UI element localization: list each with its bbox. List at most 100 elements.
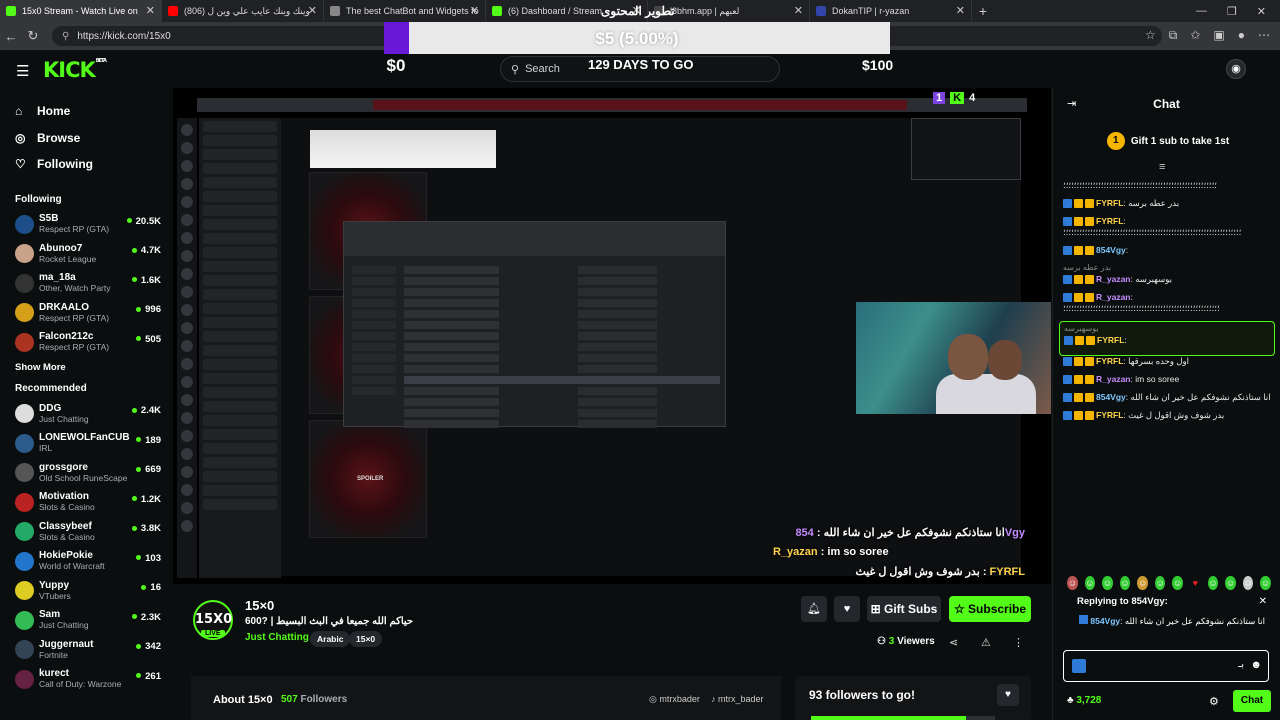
sidebar-channel[interactable]: HokiePokie World of Warcraft 103 [0,547,172,577]
chat-username[interactable]: R_yazan [1096,274,1131,284]
emote-icon[interactable]: ☺ [1119,576,1131,590]
sidebar-channel[interactable]: kurect Call of Duty: Warzone 261 [0,665,172,695]
replying-to-label: Replying to 854Vgy: [1077,596,1168,607]
browser-tab[interactable]: DokanTIP | r-yazan ✕ [810,0,972,22]
share-icon[interactable]: ⋖ [949,636,958,649]
reload-icon[interactable]: ↻ [22,28,44,44]
sidebar-channel[interactable]: DRKAALO Respect RP (GTA) 996 [0,298,172,328]
maximize-icon[interactable]: ❐ [1227,5,1237,18]
chat-username[interactable]: R_yazan [1096,374,1131,384]
gear-icon[interactable]: ⚙ [1209,695,1219,708]
more-options-icon[interactable]: ⋮ [1013,636,1024,649]
show-more-link[interactable]: Show More [0,357,172,379]
nav-browse[interactable]: ◎ Browse [0,125,172,152]
sidebar-channel[interactable]: LONEWOLFanCUB IRL 189 [0,429,172,459]
emote-icon[interactable]: ☺ [1260,576,1271,590]
nav-home[interactable]: ⌂ Home [0,98,172,125]
menu-dots-icon[interactable]: ⋯ [1258,28,1270,43]
sidebar-channel[interactable]: S5B Respect RP (GTA) 20.5K [0,210,172,240]
close-window-icon[interactable]: ✕ [1257,5,1266,18]
chat-message[interactable]: R_yazan: ؛؛؛؛؛؛؛؛؛؛؛؛؛؛؛؛؛؛؛؛؛؛؛؛؛؛؛؛؛؛؛… [1063,292,1271,314]
collections-icon[interactable]: ▣ [1213,28,1224,43]
sidebar-channel[interactable]: Sam Just Chatting 2.3K [0,606,172,636]
chat-username[interactable]: 854Vgy [1096,245,1126,255]
chat-input[interactable]: بـ ☻ [1063,650,1269,682]
chat-message[interactable]: R_yazan: im so soree [1063,374,1271,385]
chat-message[interactable]: ؛؛؛؛؛؛؛؛؛؛؛؛؛؛؛؛؛؛؛؛؛؛؛؛؛؛؛؛؛؛؛؛؛؛؛؛؛؛؛؛… [1063,180,1271,191]
subscribe-button[interactable]: ☆ Subscribe [949,596,1031,622]
sidebar-channel[interactable]: grossgore Old School RuneScape 669 [0,458,172,488]
stream-tag[interactable]: Arabic [310,631,351,647]
emote-icon[interactable]: ☺ [1154,576,1166,590]
star-icon[interactable]: ☆ [1145,28,1156,43]
close-icon[interactable]: ✕ [794,4,803,17]
chat-message[interactable]: FYRFL: بدر شوف وش اقول ل غيث [1063,410,1271,421]
sidebar-channel[interactable]: ma_18a Other, Watch Party 1.6K [0,269,172,299]
stream-tag[interactable]: 15×0 [349,631,383,647]
follow-heart-button[interactable]: ♥ [834,596,860,622]
back-icon[interactable]: ← [0,29,22,44]
chat-message[interactable]: FYRFL: اول وحده بسرقها [1063,356,1271,367]
emote-icon[interactable]: ♥ [1190,576,1201,590]
emoji-picker-icon[interactable]: ☻ [1250,659,1262,671]
minimize-icon[interactable]: — [1196,5,1207,18]
emote-icon[interactable]: ☺ [1137,576,1148,590]
emote-icon[interactable]: ☺ [1102,576,1113,590]
chat-username[interactable]: R_yazan [1096,292,1131,302]
chat-username[interactable]: FYRFL [1096,356,1123,366]
heart-icon[interactable]: ♥ [997,684,1019,706]
chat-username[interactable]: FYRFL [1096,410,1123,420]
chat-message[interactable]: FYRFL: ؛؛؛؛؛؛؛؛؛؛؛؛؛؛؛؛؛؛؛؛؛؛؛؛؛؛؛؛؛؛؛؛؛… [1063,216,1271,238]
chat-message[interactable]: 854Vgy: [1063,245,1271,256]
kick-logo[interactable]: KICKBETA [43,58,107,82]
chat-username[interactable]: FYRFL [1096,216,1123,226]
pinned-expand-icon[interactable]: ≡ [1159,161,1165,173]
channel-name[interactable]: 15×0 [245,598,274,613]
close-icon[interactable]: ✕ [146,4,155,17]
sidebar-channel[interactable]: Classybeef Slots & Casino 3.8K [0,517,172,547]
chat-username[interactable]: FYRFL [1097,335,1124,345]
sidebar-channel[interactable]: Motivation Slots & Casino 1.2K [0,488,172,518]
chat-username[interactable]: 854Vgy [1096,392,1126,402]
video-player[interactable]: 1K4 SPOILER انا ستاذنكم نشوفكم عل خير ان… [173,88,1051,584]
close-icon[interactable]: ✕ [956,4,965,17]
tiktok-link[interactable]: ♪ mtrx_bader [711,694,764,704]
close-reply-icon[interactable]: ✕ [1259,596,1267,607]
user-avatar[interactable]: ◉ [1226,59,1246,79]
close-icon[interactable]: ✕ [308,4,317,17]
hamburger-icon[interactable]: ☰ [16,62,29,80]
browser-tab[interactable]: (806) وينك وينك عايب علي وين ل ✕ [162,0,324,22]
sidebar-channel[interactable]: Juggernaut Fortnite 342 [0,635,172,665]
sidebar-channel[interactable]: Yuppy VTubers 16 [0,576,172,606]
chat-message[interactable]: بدر عطه برسه R_yazan: بوسهبرسه [1063,263,1271,285]
extensions-icon[interactable]: ⧉ [1169,28,1178,43]
gift-subs-button[interactable]: ⊞ Gift Subs [867,596,941,622]
browser-tab[interactable]: 15x0 Stream - Watch Live on ✕ [0,0,162,22]
emote-icon[interactable]: ☺ [1084,576,1096,590]
profile-icon[interactable]: ● [1238,28,1245,43]
sidebar-channel[interactable]: Abunoo7 Rocket League 4.7K [0,239,172,269]
nav-following[interactable]: ♡ Following [0,151,172,178]
chat-message[interactable]: 854Vgy: انا ستاذنكم نشوفكم عل خير ان شاء… [1063,392,1271,403]
sidebar-channel[interactable]: DDG Just Chatting 2.4K [0,399,172,429]
report-icon[interactable]: ⚠ [981,636,991,649]
stream-category[interactable]: Just Chatting [245,632,309,643]
send-chat-button[interactable]: Chat [1233,690,1271,712]
browser-tab[interactable]: The best ChatBot and Widgets fo ✕ [324,0,486,22]
sidebar-channel[interactable]: Falcon212c Respect RP (GTA) 505 [0,328,172,358]
favorites-icon[interactable]: ✩ [1190,28,1200,43]
emote-icon[interactable]: ☺ [1242,576,1254,590]
emote-icon[interactable]: ☺ [1067,576,1078,590]
notification-bell-button[interactable]: 🔔︎ [801,596,827,622]
chat-message[interactable]: FYRFL: بدر عطه برسه [1063,198,1271,209]
gift-leaderboard-banner[interactable]: 1 Gift 1 sub to take 1st [1065,130,1271,152]
instagram-link[interactable]: ◎ mtrxbader [649,694,700,705]
emote-icon[interactable]: ☺ [1172,576,1184,590]
close-icon[interactable]: ✕ [470,4,479,17]
new-tab-button[interactable]: + [972,3,994,19]
chat-message[interactable]: بوسهبرسه FYRFL: [1059,321,1275,356]
channel-points[interactable]: ♣ 3,728 [1067,695,1101,706]
emote-icon[interactable]: ☺ [1207,576,1219,590]
emote-icon[interactable]: ☺ [1225,576,1236,590]
chat-username[interactable]: FYRFL [1096,198,1123,208]
